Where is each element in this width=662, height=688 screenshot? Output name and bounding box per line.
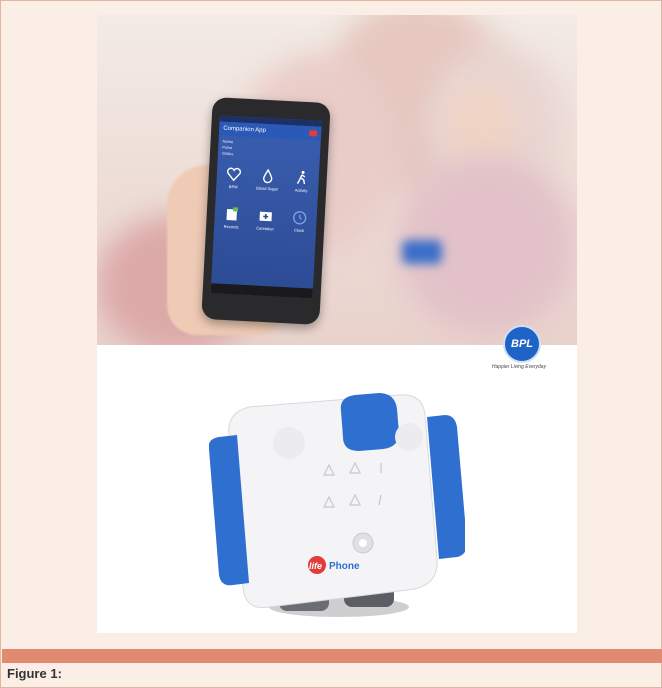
tile-blood-sugar: Blood Sugar	[252, 167, 282, 202]
tile-label: Activity	[294, 187, 308, 194]
figure-image: Companion App Name Pulse Status BPM Bloo…	[97, 15, 577, 633]
walking-icon	[296, 170, 306, 185]
records-icon	[226, 207, 239, 221]
medical-kit-icon	[259, 211, 272, 222]
tile-row-2: Records Caretaker Clock	[213, 205, 317, 244]
heart-icon	[226, 167, 242, 182]
tile-label: Records	[223, 223, 239, 230]
tile-clock: Clock	[284, 209, 314, 244]
tile-label: Blood Sugar	[256, 185, 279, 192]
figure-frame: Companion App Name Pulse Status BPM Bloo…	[0, 0, 662, 688]
device-brand-text: Phone	[329, 561, 360, 572]
tile-records: Records	[216, 205, 246, 240]
life-phone-device: life Phone	[209, 393, 465, 617]
tile-bpm: BPM	[219, 166, 249, 201]
bpl-logo: BPL	[503, 325, 541, 363]
drop-icon	[263, 168, 273, 184]
alert-icon	[308, 130, 318, 137]
tile-label: Clock	[293, 227, 305, 234]
phone-nav-bar	[210, 283, 314, 299]
tile-activity: Activity	[286, 169, 316, 204]
tile-caretaker: Caretaker	[250, 207, 280, 242]
vitals-panel: Name Pulse Status	[218, 135, 321, 164]
tile-label: Caretaker	[256, 225, 274, 232]
app-title: Companion App	[223, 125, 267, 134]
caption-bar	[2, 649, 662, 663]
device-brand-mark: life	[309, 561, 322, 571]
phone-screen: Companion App Name Pulse Status BPM Bloo…	[210, 115, 322, 299]
smartphone: Companion App Name Pulse Status BPM Bloo…	[201, 97, 331, 325]
tile-label: BPM	[228, 184, 238, 190]
brand-tagline: Happier Living Everyday	[491, 364, 547, 370]
figure-caption: Figure 1:	[7, 666, 62, 681]
tile-row-1: BPM Blood Sugar Activity	[216, 165, 320, 204]
photo-elderly-with-phone: Companion App Name Pulse Status BPM Bloo…	[97, 15, 577, 345]
clock-icon	[292, 211, 307, 225]
